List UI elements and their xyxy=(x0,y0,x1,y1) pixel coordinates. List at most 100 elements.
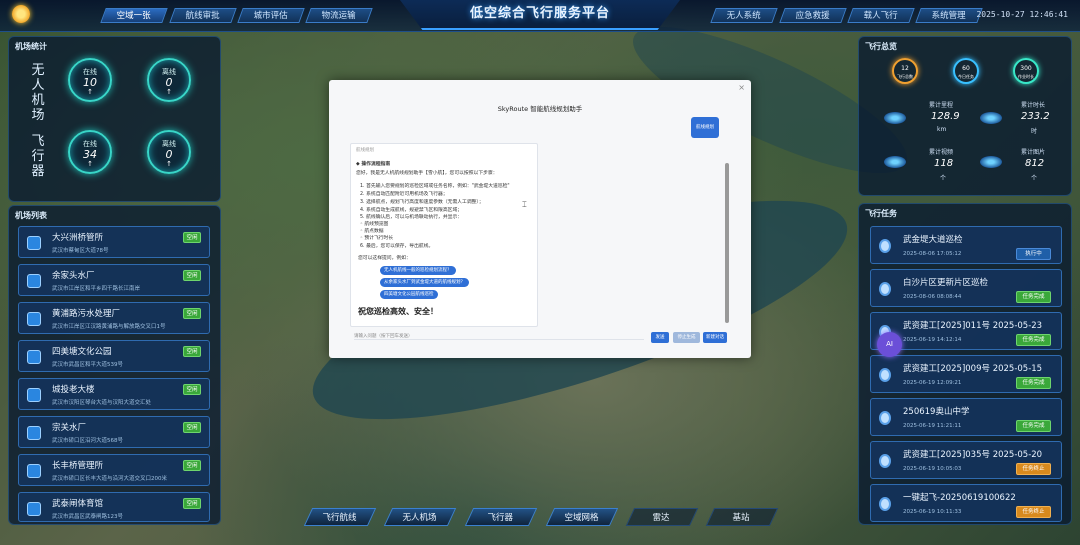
task-status-button[interactable]: 执行中 xyxy=(1016,248,1051,260)
dialog-title: SkyRoute 智能航线规划助手 xyxy=(497,105,583,113)
flight-tasks-title: 飞行任务 xyxy=(865,209,897,218)
dialog-scrollbar[interactable] xyxy=(725,163,729,323)
suggested-question[interactable]: 无人机航线一般的巡检规划流程？ xyxy=(380,266,456,275)
airport-pin-icon xyxy=(27,464,41,478)
task-item[interactable]: 白沙片区更新片区巡检 2025-08-06 08:08:44 任务完成 xyxy=(870,269,1062,307)
nav-logistics[interactable]: 物流运输 xyxy=(305,8,373,23)
airport-pin-icon xyxy=(27,388,41,402)
suggested-question[interactable]: 从余家头水厂到武金堤大道的航线规划？ xyxy=(380,278,469,287)
reply-header: 航线规划 xyxy=(356,148,374,153)
nav-airspace[interactable]: 空域一张 xyxy=(100,8,168,23)
status-badge[interactable]: 空闲 xyxy=(183,270,201,281)
up-arrow-icon: ↑ xyxy=(87,160,93,168)
user-message-bubble: 航线规划 xyxy=(691,117,719,138)
reply-line: 6. 最后，您可以保存，导出航线。 xyxy=(360,244,434,249)
bottom-nav-routes[interactable]: 飞行航线 xyxy=(303,508,377,526)
up-arrow-icon: ↑ xyxy=(166,88,172,96)
nav-manned-flight[interactable]: 载人飞行 xyxy=(847,8,915,23)
site-list-title: 机场列表 xyxy=(15,211,47,220)
bottom-nav-docks[interactable]: 无人机场 xyxy=(383,508,457,526)
bottom-nav-radar[interactable]: 雷达 xyxy=(625,508,699,526)
site-item[interactable]: 大兴洲桥管所 武汉市蔡甸区大道78号 空闲 xyxy=(18,226,210,258)
nav-route-approval[interactable]: 航线审批 xyxy=(169,8,237,23)
reply-line: 2. 系统自动匹配附近可用机场及飞行器； xyxy=(360,192,448,197)
duration-icon xyxy=(980,112,1002,124)
weather-sun-icon xyxy=(12,5,30,23)
task-status-button[interactable]: 任务完成 xyxy=(1016,334,1051,346)
task-status-button[interactable]: 任务完成 xyxy=(1016,377,1051,389)
status-badge[interactable]: 空闲 xyxy=(183,384,201,395)
bottom-nav-aircraft[interactable]: 飞行器 xyxy=(464,508,538,526)
up-arrow-icon: ↑ xyxy=(87,88,93,96)
close-icon[interactable]: × xyxy=(738,83,745,92)
status-badge[interactable]: 空闲 xyxy=(183,308,201,319)
example-label: 您可以这样提问，例如： xyxy=(358,256,411,261)
work-hours-ring: 300 作业时长 xyxy=(1013,58,1039,84)
reply-line: 5. 航线确认后，可以与机场联动执行，并显示： xyxy=(360,215,463,220)
reply-line: ◦ 航点数据 xyxy=(360,229,384,234)
video-icon xyxy=(884,156,906,168)
chat-input[interactable]: 请输入问题（按下回车发送） xyxy=(354,333,644,340)
suggested-question[interactable]: 四美塘文化公园航线巡检 xyxy=(380,290,438,299)
task-status-button[interactable]: 任务完成 xyxy=(1016,291,1051,303)
task-item[interactable]: 武金堤大道巡检 2025-08-06 17:05:12 执行中 xyxy=(870,226,1062,264)
status-badge[interactable]: 空闲 xyxy=(183,232,201,243)
airport-pin-icon xyxy=(27,426,41,440)
airport-pin-icon xyxy=(27,236,41,250)
site-item[interactable]: 黄浦路污水处理厂 武汉市江岸区江汉路黄浦路与解放路交叉口1号 空闲 xyxy=(18,302,210,334)
task-item[interactable]: 一键起飞-20250619100622 2025-06-19 10:11:33 … xyxy=(870,484,1062,522)
task-item[interactable]: 武资建工[2025]035号 2025-05-20 2025-06-19 10:… xyxy=(870,441,1062,479)
craft-label: 飞行器 xyxy=(31,134,45,179)
top-header: 空域一张 航线审批 城市评估 物流运输 低空综合飞行服务平台 无人系统 应急救援… xyxy=(0,0,1080,32)
new-chat-button[interactable]: 新建对话 xyxy=(703,332,727,343)
task-status-button[interactable]: 任务完成 xyxy=(1016,420,1051,432)
status-badge[interactable]: 空闲 xyxy=(183,460,201,471)
status-badge[interactable]: 空闲 xyxy=(183,498,201,509)
site-item[interactable]: 长丰桥管理所 武汉市硚口区长丰大道与沿河大道交叉口200米 空闲 xyxy=(18,454,210,486)
location-pin-icon xyxy=(879,454,891,468)
mouse-cursor-icon: ⌶ xyxy=(522,200,527,209)
craft-offline-ring: 离线 0 ↑ xyxy=(147,130,191,174)
send-button[interactable]: 发送 xyxy=(651,332,669,343)
stop-generating-button[interactable]: 停止生成 xyxy=(673,332,700,343)
nav-emergency[interactable]: 应急救援 xyxy=(779,8,847,23)
up-arrow-icon: ↑ xyxy=(166,160,172,168)
flight-count-ring: 12 飞行总数 xyxy=(892,58,918,84)
nav-system-admin[interactable]: 系统管理 xyxy=(915,8,983,23)
dock-label: 无人机场 xyxy=(31,63,45,123)
title-box: 低空综合飞行服务平台 xyxy=(400,0,680,30)
airport-pin-icon xyxy=(27,274,41,288)
site-item[interactable]: 四美塘文化公园 武汉市武昌区和平大道539号 空闲 xyxy=(18,340,210,372)
task-item[interactable]: 250619奥山中学 2025-06-19 11:21:11 任务完成 xyxy=(870,398,1062,436)
nav-city-eval[interactable]: 城市评估 xyxy=(237,8,305,23)
reply-line: 您好，我是无人机航线规划助手【雪小航】，您可以按照以下步骤： xyxy=(356,171,498,176)
datetime: 2025-10-27 12:46:41 xyxy=(976,10,1068,19)
status-badge[interactable]: 空闲 xyxy=(183,346,201,357)
reply-line: ◦ 预计飞行时长 xyxy=(360,236,394,241)
reply-line: 1. 首先输入您要规划的巡检区域或任务名称，例如："武金堤大道巡检" xyxy=(360,184,510,189)
task-status-button[interactable]: 任务终止 xyxy=(1016,506,1051,518)
location-pin-icon xyxy=(879,239,891,253)
location-pin-icon xyxy=(879,497,891,511)
site-item[interactable]: 宗关水厂 武汉市硚口区沿河大道568号 空闲 xyxy=(18,416,210,448)
today-task-ring: 60 今日任务 xyxy=(953,58,979,84)
dock-online-ring: 在线 10 ↑ xyxy=(68,58,112,102)
location-pin-icon xyxy=(879,368,891,382)
site-item[interactable]: 城投老大楼 武汉市汉阳区琴台大道与汉阳大道交汇处 空闲 xyxy=(18,378,210,410)
reply-slogan: 祝您巡检高效、安全！ xyxy=(358,307,438,316)
bottom-nav-base-station[interactable]: 基站 xyxy=(705,508,779,526)
page-title: 低空综合飞行服务平台 xyxy=(469,6,610,21)
mileage-icon xyxy=(884,112,906,124)
site-item[interactable]: 余家头水厂 武汉市江岸区和平乡四干路长江南岸 空闲 xyxy=(18,264,210,296)
site-item[interactable]: 武泰闸体育馆 武汉市武昌区武泰闸路123号 空闲 xyxy=(18,492,210,522)
airport-pin-icon xyxy=(27,502,41,516)
status-badge[interactable]: 空闲 xyxy=(183,422,201,433)
location-pin-icon xyxy=(879,282,891,296)
nav-uav-system[interactable]: 无人系统 xyxy=(710,8,778,23)
task-item[interactable]: 武资建工[2025]009号 2025-05-15 2025-06-19 12:… xyxy=(870,355,1062,393)
craft-online-ring: 在线 34 ↑ xyxy=(68,130,112,174)
task-status-button[interactable]: 任务终止 xyxy=(1016,463,1051,475)
bottom-nav-airspace-grid[interactable]: 空域网格 xyxy=(545,508,619,526)
ai-assistant-button[interactable]: AI xyxy=(877,332,902,357)
airport-pin-icon xyxy=(27,350,41,364)
